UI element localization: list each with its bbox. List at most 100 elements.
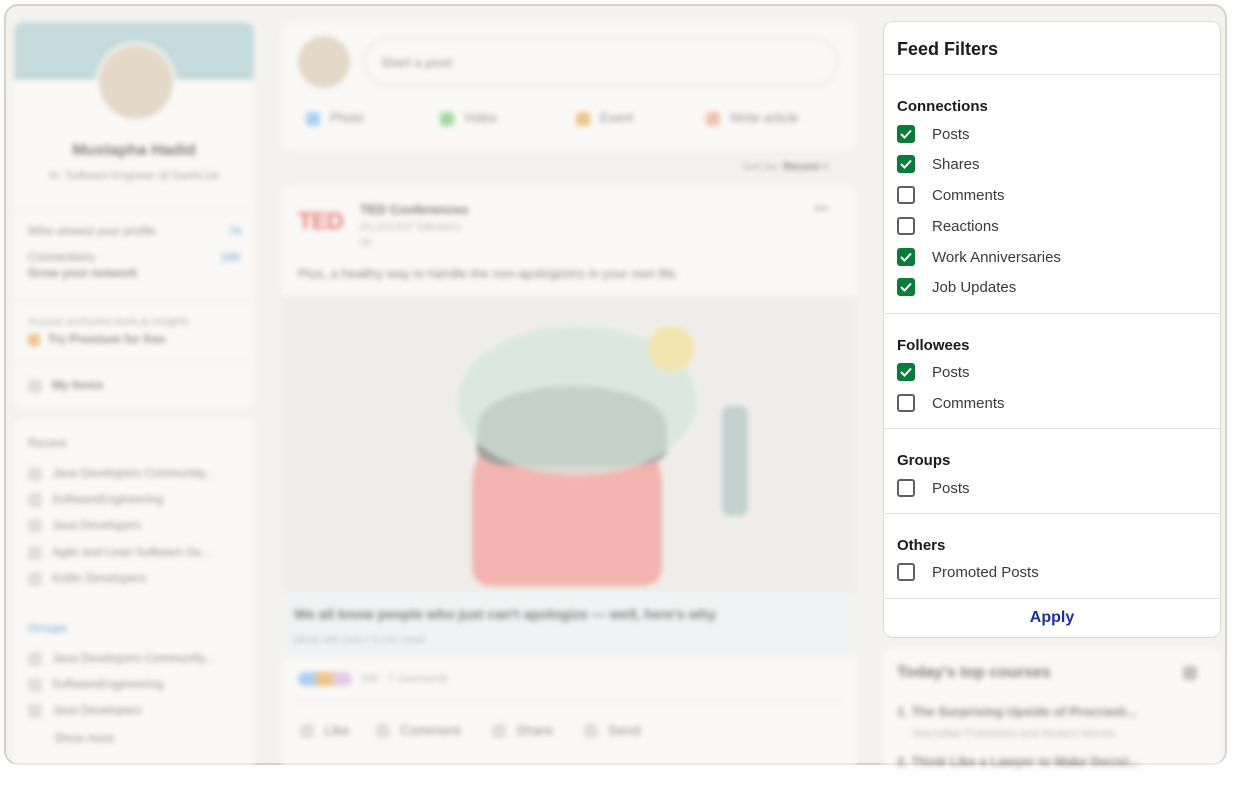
group-item-label: Java Developers Community... <box>52 651 215 665</box>
filter-section-title-groups: Groups <box>897 452 951 469</box>
checkbox-connections-job-updates[interactable] <box>897 278 915 296</box>
group-item[interactable]: SoftwareEngineering <box>28 677 163 692</box>
checkbox-groups-posts[interactable] <box>897 479 915 497</box>
comment-button[interactable]: Comment <box>376 722 461 739</box>
post-menu-icon[interactable]: ••• <box>814 200 829 216</box>
premium-link[interactable]: Try Premium for free <box>28 332 165 346</box>
stat-viewers-label[interactable]: Who viewed your profile <box>28 224 156 238</box>
filter-option-connections-shares[interactable]: Shares <box>897 153 980 175</box>
grow-network-link[interactable]: Grow your network <box>28 266 137 280</box>
article-icon <box>706 111 720 126</box>
checkbox-connections-comments[interactable] <box>897 186 915 204</box>
recent-item[interactable]: Kotlin Developers <box>28 571 146 586</box>
start-post-input[interactable]: Start a post <box>364 38 838 86</box>
course-item-title[interactable]: 1. The Surprising Upside of Procrasti... <box>897 704 1137 719</box>
link-preview[interactable]: We all know people who just can't apolog… <box>282 592 856 658</box>
bookmark-icon <box>28 378 42 393</box>
video-button[interactable]: Video <box>440 110 497 126</box>
groups-title[interactable]: Groups <box>28 621 67 635</box>
divider <box>14 300 254 301</box>
recent-item[interactable]: SoftwareEngineering <box>28 492 163 507</box>
photo-label: Photo <box>330 110 364 125</box>
group-icon <box>28 545 42 560</box>
reactions-count[interactable]: 186 · 7 comments <box>298 672 448 686</box>
filter-option-label: Work Anniversaries <box>932 248 1061 266</box>
checkmark-icon <box>900 367 912 377</box>
top-courses-card: Today's top courses 1. The Surprising Up… <box>883 648 1221 788</box>
sort-by[interactable]: Sort by: Recent ▾ <box>742 160 828 173</box>
like-button[interactable]: Like <box>300 722 350 739</box>
ted-logo[interactable]: TED <box>298 208 344 236</box>
filter-option-label: Comments <box>932 186 1005 204</box>
recent-item[interactable]: Java Developers <box>28 518 141 533</box>
filter-option-connections-posts[interactable]: Posts <box>897 123 970 145</box>
recent-item-label: Java Developers <box>52 518 142 532</box>
divider <box>14 362 254 363</box>
photo-icon <box>306 111 320 126</box>
stat-viewers-value[interactable]: 74 <box>228 224 241 238</box>
filter-option-groups-posts[interactable]: Posts <box>897 477 970 499</box>
event-label: Event <box>600 110 634 125</box>
filter-option-label: Comments <box>932 394 1005 412</box>
photo-button[interactable]: Photo <box>306 110 364 126</box>
divider <box>884 513 1220 514</box>
premium-prompt: Access exclusive tools & insights <box>28 316 189 328</box>
illustration-sun <box>648 326 694 372</box>
filter-section-title-others: Others <box>897 537 946 554</box>
sort-value: Recent <box>782 161 820 173</box>
checkmark-icon <box>900 129 912 139</box>
premium-icon <box>28 333 40 346</box>
link-title: We all know people who just can't apolog… <box>294 606 716 622</box>
checkbox-others-promoted-posts[interactable] <box>897 563 915 581</box>
courses-info-icon[interactable] <box>1183 666 1197 680</box>
send-icon <box>584 724 598 739</box>
filter-option-connections-job-updates[interactable]: Job Updates <box>897 276 1016 298</box>
apply-button[interactable]: Apply <box>884 599 1220 637</box>
recent-item[interactable]: Agile and Lean Software De... <box>28 545 211 560</box>
profile-headline: Sr. Software Engineer @ EarthLink <box>48 170 220 182</box>
show-more-link[interactable]: Show more <box>54 731 115 745</box>
stat-connections-label[interactable]: Connections <box>28 250 95 264</box>
send-label: Send <box>608 722 641 738</box>
course-item-title[interactable]: 2. Think Like a Lawyer to Make Decisi... <box>897 754 1140 769</box>
checkmark-icon <box>900 252 912 262</box>
my-items-label: My Items <box>52 378 104 392</box>
premium-link-label: Try Premium for free <box>48 332 166 346</box>
filter-option-others-promoted-posts[interactable]: Promoted Posts <box>897 561 1039 583</box>
comment-label: Comment <box>400 722 461 738</box>
recent-item[interactable]: Java Developers Community... <box>28 466 215 481</box>
checkbox-connections-work-anniversaries[interactable] <box>897 248 915 266</box>
event-button[interactable]: Event <box>576 110 633 126</box>
divider <box>14 210 254 211</box>
recent-item-label: Agile and Lean Software De... <box>52 545 212 559</box>
post-image[interactable] <box>282 296 856 592</box>
write-article-button[interactable]: Write article <box>706 110 798 126</box>
group-item[interactable]: Java Developers <box>28 703 141 718</box>
filter-option-connections-reactions[interactable]: Reactions <box>897 215 999 237</box>
group-icon <box>28 466 42 481</box>
divider <box>884 313 1220 314</box>
checkbox-followees-comments[interactable] <box>897 394 915 412</box>
video-label: Video <box>464 110 498 125</box>
share-button[interactable]: Share <box>492 722 553 739</box>
profile-name[interactable]: Mustapha Hadid <box>14 142 254 160</box>
filter-option-connections-comments[interactable]: Comments <box>897 184 1005 206</box>
checkbox-connections-shares[interactable] <box>897 155 915 173</box>
post-author[interactable]: TED Conferences <box>360 202 468 217</box>
my-items-link[interactable]: My Items <box>28 378 103 393</box>
stat-connections-value[interactable]: 186 <box>220 250 240 264</box>
event-icon <box>576 111 590 126</box>
composer-avatar[interactable] <box>298 36 350 88</box>
send-button[interactable]: Send <box>584 722 641 739</box>
filter-option-followees-comments[interactable]: Comments <box>897 392 1005 414</box>
like-label: Like <box>324 722 350 738</box>
filter-option-connections-work-anniversaries[interactable]: Work Anniversaries <box>897 246 1061 268</box>
group-item[interactable]: Java Developers Community... <box>28 651 215 666</box>
filter-option-followees-posts[interactable]: Posts <box>897 361 970 383</box>
checkbox-followees-posts[interactable] <box>897 363 915 381</box>
checkbox-connections-posts[interactable] <box>897 125 915 143</box>
group-icon <box>28 571 42 586</box>
recent-item-label: Kotlin Developers <box>52 571 147 585</box>
checkbox-connections-reactions[interactable] <box>897 217 915 235</box>
avatar[interactable] <box>96 42 176 122</box>
